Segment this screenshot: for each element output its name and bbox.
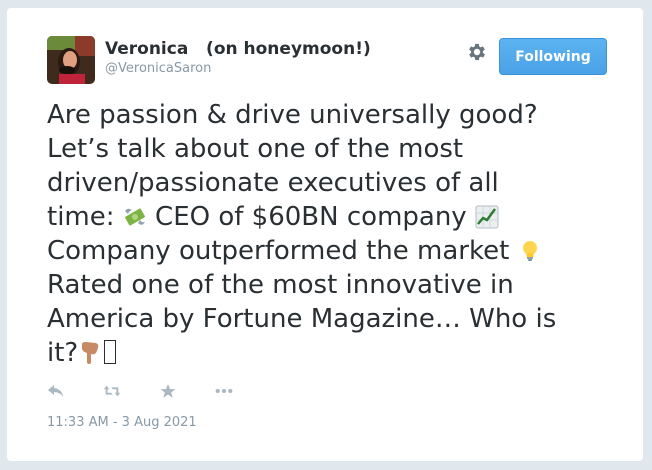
tweet-line: driven/passionate executives of all bbox=[47, 168, 499, 198]
tweet-line: Let’s talk about one of the most bbox=[47, 134, 464, 164]
missing-glyph-icon bbox=[104, 340, 117, 364]
pointing-down-emoji-icon bbox=[78, 340, 102, 364]
light-bulb-emoji-icon bbox=[518, 238, 542, 262]
tweet-line: America by Fortune Magazine… Who is bbox=[47, 304, 557, 334]
tweet-line: Rated one of the most innovative in bbox=[47, 270, 514, 300]
money-with-wings-emoji-icon bbox=[123, 204, 147, 228]
star-icon[interactable] bbox=[159, 382, 177, 400]
user-handle[interactable]: @VeronicaSaron bbox=[105, 60, 371, 78]
tweet-line: time: bbox=[47, 202, 115, 232]
tweet-actions bbox=[47, 380, 271, 402]
user-info: Veronica (on honeymoon!) @VeronicaSaron bbox=[105, 38, 371, 78]
retweet-icon[interactable] bbox=[103, 382, 121, 400]
tweet-card: Veronica (on honeymoon!) @VeronicaSaron … bbox=[6, 7, 644, 462]
display-name[interactable]: Veronica (on honeymoon!) bbox=[105, 38, 371, 60]
gear-icon[interactable] bbox=[466, 41, 488, 63]
more-icon[interactable] bbox=[215, 382, 233, 400]
timestamp[interactable]: 11:33 AM - 3 Aug 2021 bbox=[47, 415, 197, 430]
tweet-line: it? bbox=[47, 338, 79, 368]
tweet-text: Are passion & drive universally good? Le… bbox=[47, 98, 607, 370]
following-button[interactable]: Following bbox=[499, 38, 607, 75]
tweet-line: Are passion & drive universally good? bbox=[47, 100, 538, 130]
avatar[interactable] bbox=[47, 36, 95, 84]
tweet-line: CEO of $60BN company bbox=[155, 202, 467, 232]
tweet-line: Company outperformed the market bbox=[47, 236, 510, 266]
chart-increasing-emoji-icon bbox=[475, 204, 499, 229]
reply-icon[interactable] bbox=[47, 382, 65, 400]
